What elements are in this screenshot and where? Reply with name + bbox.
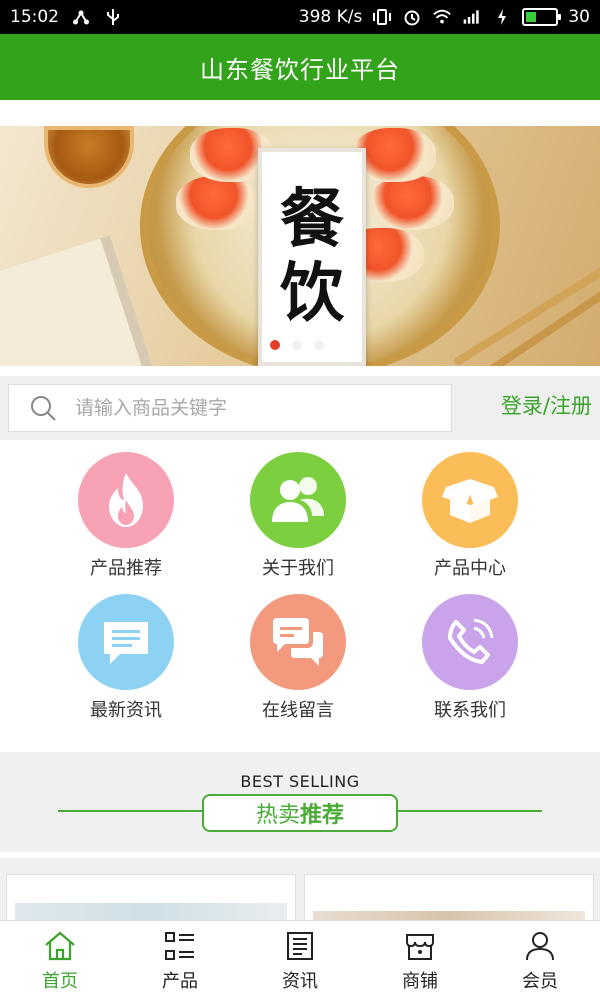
banner-bun-decoration: [176, 176, 260, 230]
nav-label: 首页: [42, 970, 78, 992]
best-selling-section: BEST SELLING 热卖 推荐: [0, 752, 600, 852]
box-icon: [422, 452, 518, 548]
banner-bun-decoration: [370, 176, 454, 230]
usb-icon: [103, 8, 123, 26]
shop-icon: [403, 929, 437, 963]
category-grid: 产品推荐 关于我们 产品中心 最新资讯 在线留言 联系我们: [0, 446, 600, 746]
message-icon: [78, 594, 174, 690]
fire-icon: [78, 452, 174, 548]
category-label: 关于我们: [262, 558, 334, 579]
home-icon: [43, 929, 77, 963]
category-label: 产品中心: [434, 558, 506, 579]
banner-title-card: 餐 饮: [258, 148, 366, 366]
status-time: 15:02: [10, 7, 59, 27]
vibrate-icon: [372, 8, 392, 26]
carousel-dot[interactable]: [270, 340, 280, 350]
category-label: 最新资讯: [90, 700, 162, 721]
carousel-dot[interactable]: [292, 340, 302, 350]
nav-label: 会员: [522, 970, 558, 992]
banner-char: 饮: [280, 256, 344, 331]
battery-icon: [522, 8, 562, 26]
title-part-light: 热卖: [255, 803, 300, 828]
user-icon: [523, 929, 557, 963]
carousel-indicator: [270, 340, 324, 350]
best-selling-en-title: BEST SELLING: [240, 772, 360, 791]
category-product-recommend[interactable]: 产品推荐: [46, 452, 206, 580]
category-label: 在线留言: [262, 700, 334, 721]
page-title: 山东餐饮行业平台: [200, 55, 400, 84]
nav-label: 产品: [162, 970, 198, 992]
carousel-dot[interactable]: [314, 340, 324, 350]
users-icon: [250, 452, 346, 548]
divider-right: [398, 810, 542, 812]
network-speed: 398 K/s: [298, 7, 363, 27]
share-icon: [71, 8, 91, 26]
category-online-message[interactable]: 在线留言: [218, 594, 378, 722]
banner-carousel[interactable]: 餐 饮: [0, 126, 600, 366]
category-latest-news[interactable]: 最新资讯: [46, 594, 206, 722]
bottom-navigation: 首页 产品 资讯 商铺 会员: [0, 920, 600, 1000]
login-register-link[interactable]: 登录/注册: [501, 390, 592, 420]
nav-label: 资讯: [282, 970, 318, 992]
nav-home[interactable]: 首页: [0, 921, 120, 1000]
search-input[interactable]: [75, 397, 415, 419]
product-list: [0, 858, 600, 934]
nav-shop[interactable]: 商铺: [360, 921, 480, 1000]
app-header: 山东餐饮行业平台: [0, 34, 600, 100]
search-box[interactable]: [8, 384, 452, 432]
search-row: 登录/注册: [0, 376, 600, 440]
nav-label: 商铺: [402, 970, 438, 992]
grid-list-icon: [163, 929, 197, 963]
title-part-bold: 推荐: [300, 803, 345, 828]
alarm-icon: [402, 8, 422, 26]
best-selling-cn-title: 热卖 推荐: [202, 794, 398, 832]
category-label: 联系我们: [434, 700, 506, 721]
nav-member[interactable]: 会员: [480, 921, 600, 1000]
banner-char: 餐: [280, 182, 344, 257]
battery-level: 30: [568, 7, 590, 27]
signal-icon: [462, 8, 482, 26]
status-bar: 15:02 398 K/s 30: [0, 0, 600, 34]
charging-icon: [492, 8, 512, 26]
chat-icon: [250, 594, 346, 690]
nav-products[interactable]: 产品: [120, 921, 240, 1000]
category-about-us[interactable]: 关于我们: [218, 452, 378, 580]
category-contact-us[interactable]: 联系我们: [390, 594, 550, 722]
divider-left: [58, 810, 202, 812]
category-label: 产品推荐: [90, 558, 162, 579]
news-icon: [283, 929, 317, 963]
category-product-center[interactable]: 产品中心: [390, 452, 550, 580]
search-icon: [31, 396, 56, 421]
phone-icon: [422, 594, 518, 690]
wifi-icon: [432, 8, 452, 26]
nav-news[interactable]: 资讯: [240, 921, 360, 1000]
